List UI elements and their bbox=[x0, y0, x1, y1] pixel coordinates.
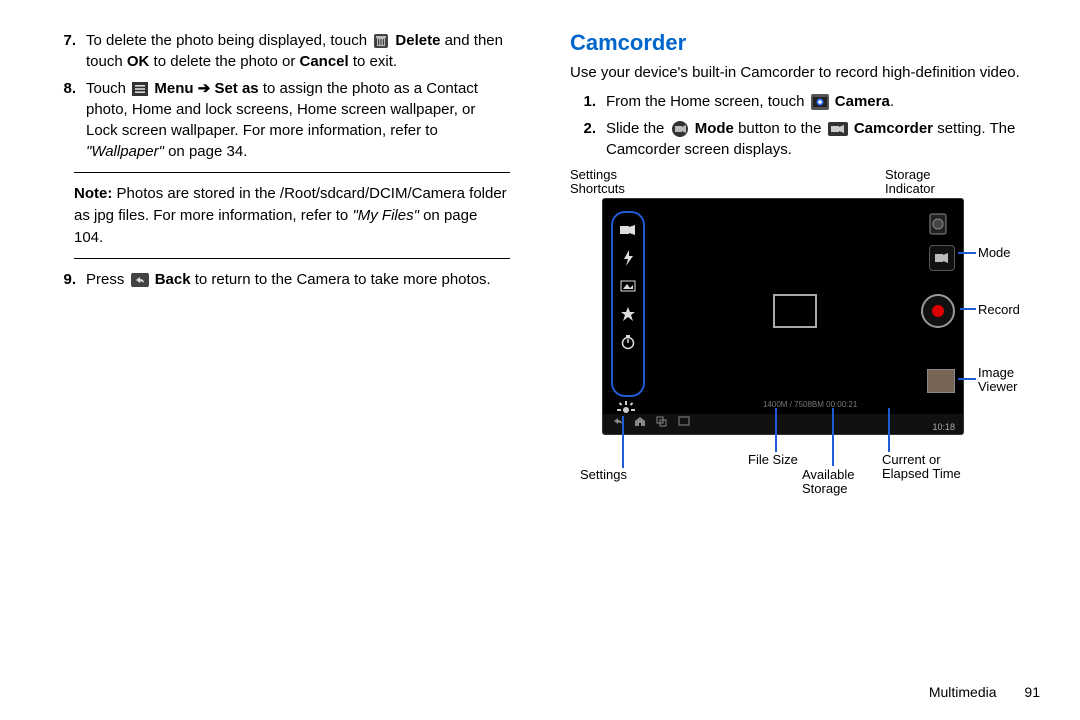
nav-recent-icon bbox=[655, 414, 669, 431]
label-storage-indicator: Storage Indicator bbox=[885, 168, 935, 197]
shortcut-flash-icon bbox=[617, 247, 639, 269]
camcorder-illustration: Settings Shortcuts Storage Indicator bbox=[570, 168, 1030, 508]
divider bbox=[74, 172, 510, 173]
mode-toggle-icon bbox=[671, 120, 689, 138]
mode-button bbox=[929, 245, 955, 271]
intro-paragraph: Use your device's built-in Camcorder to … bbox=[570, 62, 1050, 83]
camera-app-icon bbox=[811, 94, 829, 110]
focus-indicator bbox=[773, 294, 817, 328]
footer-chapter: Multimedia bbox=[929, 684, 997, 700]
clock: 10:18 bbox=[932, 422, 955, 432]
divider bbox=[74, 258, 510, 259]
label-settings-shortcuts: Settings Shortcuts bbox=[570, 168, 625, 197]
shortcut-effect-icon bbox=[617, 303, 639, 325]
item-7-body: To delete the photo being displayed, tou… bbox=[86, 30, 510, 72]
record-button bbox=[921, 294, 955, 328]
label-settings: Settings bbox=[580, 468, 627, 482]
nav-screenshot-icon bbox=[677, 414, 691, 431]
item-8-body: Touch Menu ➔ Set as to assign the photo … bbox=[86, 78, 510, 162]
page-footer: Multimedia 91 bbox=[929, 684, 1040, 700]
note-paragraph: Note: Photos are stored in the /Root/sdc… bbox=[74, 183, 510, 248]
device-screen: 1400M / 7508BM 00:00:21 10:18 bbox=[602, 198, 964, 435]
nav-bar: 10:18 bbox=[603, 414, 963, 434]
settings-shortcuts-bar bbox=[611, 211, 645, 397]
right-column: Camcorder Use your device's built-in Cam… bbox=[540, 0, 1080, 720]
camcorder-icon bbox=[828, 122, 848, 136]
shortcut-camcorder-icon bbox=[617, 219, 639, 241]
footer-page: 91 bbox=[1024, 684, 1040, 700]
back-icon bbox=[131, 273, 149, 287]
nav-home-icon bbox=[633, 414, 647, 431]
trash-icon bbox=[373, 33, 389, 49]
section-heading: Camcorder bbox=[570, 30, 1050, 56]
label-mode: Mode bbox=[978, 246, 1011, 260]
left-column: 7. To delete the photo being displayed, … bbox=[0, 0, 540, 720]
list-number-8: 8. bbox=[50, 78, 76, 162]
step-number-1: 1. bbox=[570, 91, 596, 112]
storage-indicator bbox=[925, 211, 955, 237]
label-image-viewer: Image Viewer bbox=[978, 366, 1018, 395]
shortcut-scene-icon bbox=[617, 275, 639, 297]
label-file-size: File Size bbox=[748, 453, 798, 467]
label-record: Record bbox=[978, 303, 1020, 317]
item-9-body: Press Back to return to the Camera to ta… bbox=[86, 269, 510, 290]
image-viewer-thumbnail bbox=[927, 369, 955, 393]
overlay-info-text: 1400M / 7508BM 00:00:21 bbox=[763, 400, 857, 409]
list-number-7: 7. bbox=[50, 30, 76, 72]
label-available-storage: Available Storage bbox=[802, 468, 855, 497]
step-2-body: Slide the Mode button to the Camcorder s… bbox=[606, 118, 1050, 160]
step-1-body: From the Home screen, touch Camera. bbox=[606, 91, 1050, 112]
shortcut-timer-icon bbox=[617, 331, 639, 353]
menu-icon bbox=[132, 82, 148, 96]
step-number-2: 2. bbox=[570, 118, 596, 160]
list-number-9: 9. bbox=[50, 269, 76, 290]
label-elapsed-time: Current or Elapsed Time bbox=[882, 453, 961, 482]
